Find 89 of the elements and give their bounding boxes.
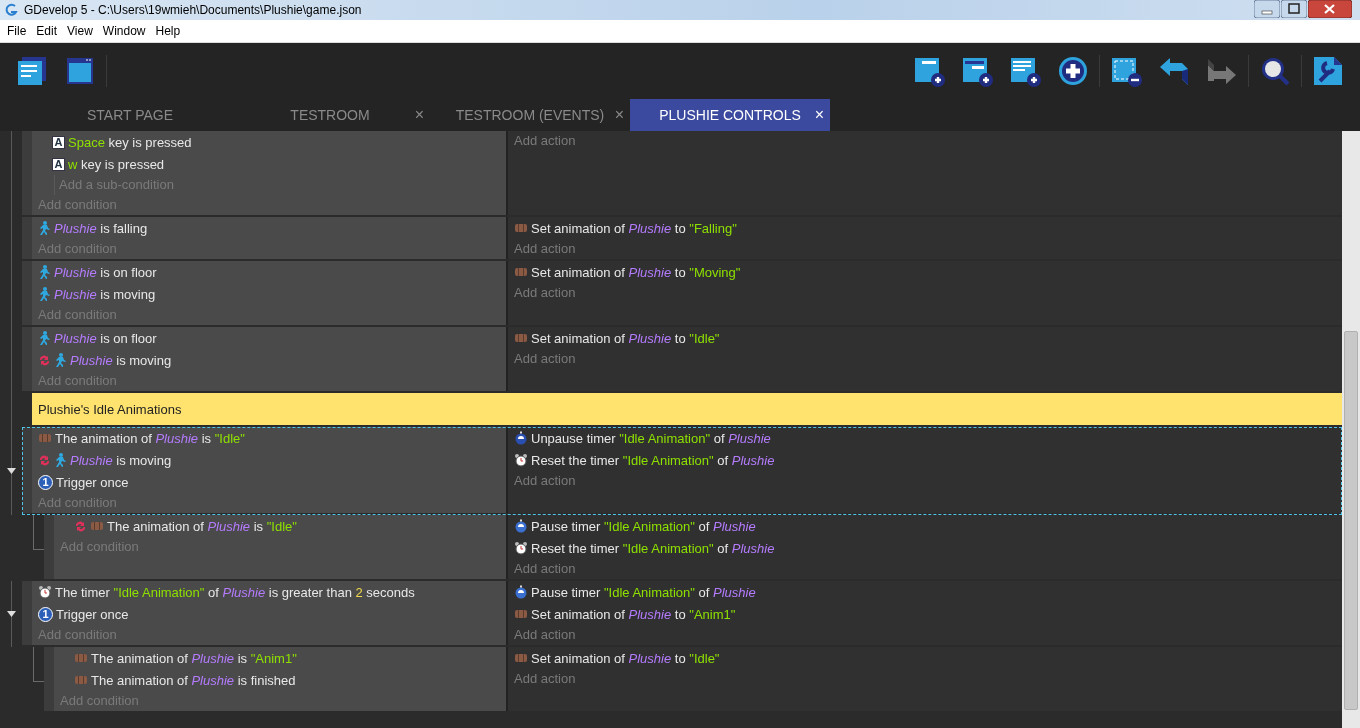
action-text[interactable]: Set animation of Plushie to "Falling" — [531, 220, 737, 236]
barrel-icon — [514, 332, 528, 344]
collapse-arrow-icon[interactable] — [6, 611, 16, 617]
collapse-arrow-icon[interactable] — [6, 468, 16, 474]
alarm-clock-icon — [38, 585, 52, 599]
close-icon[interactable] — [1308, 0, 1352, 18]
scrollbar-thumb[interactable] — [1344, 331, 1358, 710]
tab-close-button[interactable]: × — [614, 106, 624, 124]
tab[interactable]: START PAGE — [30, 99, 230, 131]
app-logo-icon — [4, 3, 18, 17]
condition-text[interactable]: Plushie is moving — [54, 286, 156, 302]
stopwatch-icon — [514, 519, 528, 533]
document-plus-icon[interactable] — [1009, 55, 1041, 87]
tab[interactable]: PLUSHIE CONTROLS × — [630, 99, 830, 131]
maximize-icon[interactable] — [1281, 0, 1307, 18]
barrel-icon — [74, 652, 88, 664]
condition-text[interactable]: Space key is pressed — [68, 134, 192, 150]
alarm-clock-icon — [514, 453, 528, 467]
tab-close-button[interactable]: × — [814, 106, 824, 124]
event-handle[interactable] — [22, 217, 32, 259]
plus-circle-icon[interactable] — [1057, 55, 1089, 87]
menu-item[interactable]: Help — [150, 24, 186, 38]
condition-text[interactable]: The animation of Plushie is finished — [91, 672, 296, 688]
search-icon[interactable] — [1259, 55, 1291, 87]
running-figure-icon — [54, 453, 67, 467]
stopwatch-icon — [514, 585, 528, 599]
condition-text[interactable]: Plushie is moving — [70, 352, 172, 368]
barrel-icon — [514, 266, 528, 278]
barrel-icon — [38, 432, 52, 444]
action-text[interactable]: Set animation of Plushie to "Idle" — [531, 650, 720, 666]
action-text[interactable]: Reset the timer "Idle Animation" of Plushie — [531, 540, 775, 556]
condition-text[interactable]: The animation of Plushie is "Idle" — [107, 518, 297, 534]
condition-text[interactable]: Plushie is on floor — [54, 264, 157, 280]
condition-text[interactable]: Plushie is moving — [70, 452, 172, 468]
event-handle[interactable] — [22, 327, 32, 391]
window-title: GDevelop 5 - C:\Users\19wmieh\Documents\Plushie\game.json — [24, 3, 362, 17]
barrel-icon — [514, 608, 528, 620]
alarm-clock-icon — [514, 541, 528, 555]
condition-text[interactable]: Plushie is falling — [54, 220, 148, 236]
wrench-icon[interactable] — [1312, 55, 1344, 87]
condition-text[interactable]: Plushie is on floor — [54, 330, 157, 346]
action-text[interactable]: Set animation of Plushie to "Moving" — [531, 264, 741, 280]
menu-item[interactable]: File — [2, 24, 32, 38]
running-figure-icon — [38, 265, 51, 279]
once-icon: 1 — [38, 606, 53, 622]
window-minus-icon[interactable] — [1110, 55, 1142, 87]
action-text[interactable]: Set animation of Plushie to "Idle" — [531, 330, 720, 346]
action-text[interactable]: Pause timer "Idle Animation" of Plushie — [531, 584, 756, 600]
event-handle[interactable] — [22, 131, 32, 215]
key-icon: A — [52, 135, 65, 149]
document-lines-icon[interactable] — [16, 55, 48, 87]
event-handle[interactable] — [44, 647, 54, 711]
once-icon: 1 — [38, 474, 53, 490]
condition-text[interactable]: The animation of Plushie is "Anim1" — [91, 650, 297, 666]
key-icon: A — [52, 157, 65, 171]
condition-text[interactable]: The timer "Idle Animation" of Plushie is greater than 2 seconds — [55, 584, 415, 600]
running-figure-icon — [38, 287, 51, 301]
menu-item[interactable]: Edit — [31, 24, 63, 38]
window-plus-icon[interactable] — [913, 55, 945, 87]
condition-text[interactable]: Trigger once — [56, 606, 129, 622]
menu-item[interactable]: View — [62, 24, 98, 38]
tree-line — [11, 581, 12, 647]
event-handle[interactable] — [44, 515, 54, 579]
barrel-icon — [514, 652, 528, 664]
running-figure-icon — [38, 331, 51, 345]
comment-text[interactable]: Plushie's Idle Animations — [32, 393, 1342, 427]
condition-text[interactable]: Trigger once — [56, 474, 129, 490]
barrel-icon — [514, 222, 528, 234]
stopwatch-icon — [514, 431, 528, 445]
window-icon[interactable] — [64, 55, 96, 87]
condition-text[interactable]: The animation of Plushie is "Idle" — [55, 430, 245, 446]
barrel-icon — [74, 674, 88, 686]
condition-text[interactable]: w key is pressed — [68, 156, 165, 172]
tab-close-button[interactable]: × — [414, 106, 424, 124]
action-text[interactable]: Unpause timer "Idle Animation" of Plushie — [531, 430, 771, 446]
barrel-icon — [90, 520, 104, 532]
event-handle[interactable] — [22, 427, 32, 513]
undo-arrow-icon[interactable] — [1158, 55, 1190, 87]
action-text[interactable]: Reset the timer "Idle Animation" of Plushie — [531, 452, 775, 468]
event-handle[interactable] — [22, 581, 32, 645]
window-plus-icon[interactable] — [961, 55, 993, 87]
event-handle[interactable] — [22, 261, 32, 325]
running-figure-icon — [54, 353, 67, 367]
tab[interactable]: TESTROOM × — [230, 99, 430, 131]
running-figure-icon — [38, 221, 51, 235]
action-text[interactable]: Pause timer "Idle Animation" of Plushie — [531, 518, 756, 534]
menu-item[interactable]: Window — [97, 24, 151, 38]
tab[interactable]: TESTROOM (EVENTS) × — [430, 99, 630, 131]
action-text[interactable]: Set animation of Plushie to "Anim1" — [531, 606, 736, 622]
